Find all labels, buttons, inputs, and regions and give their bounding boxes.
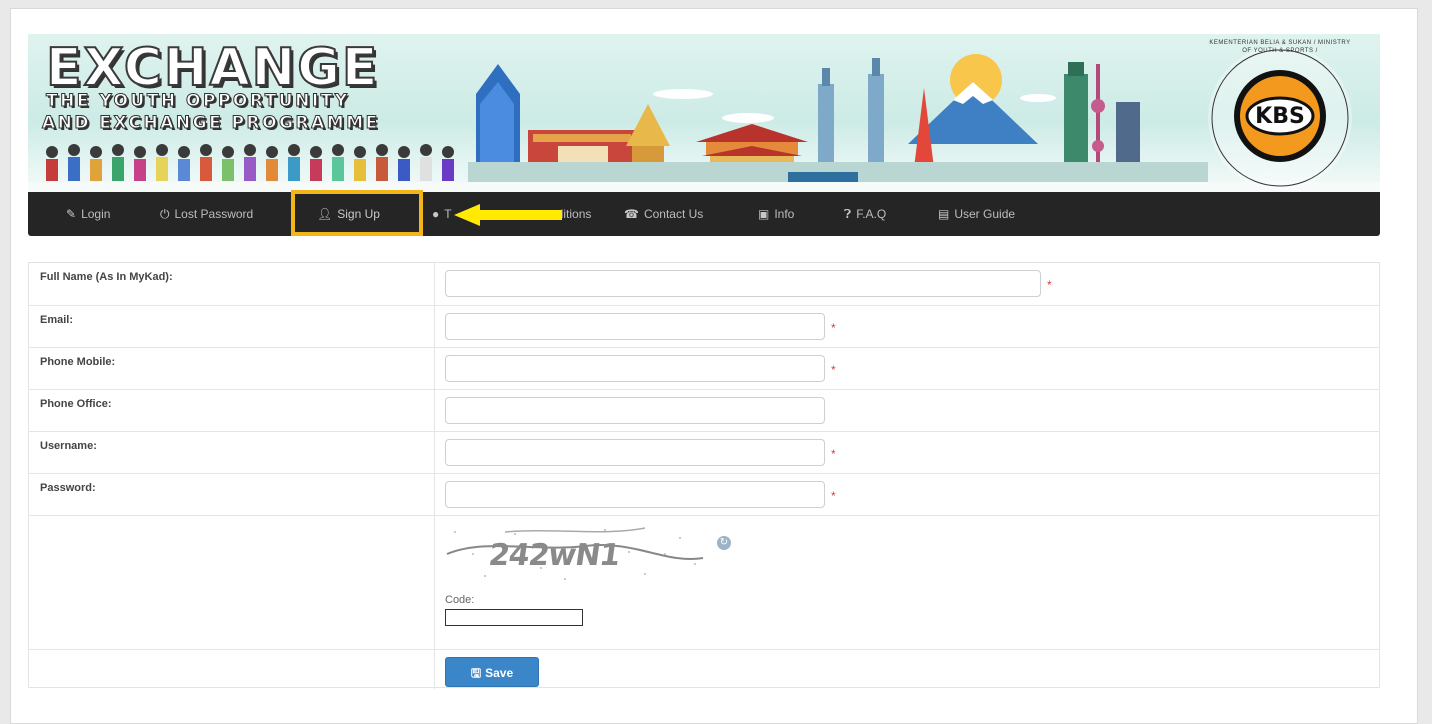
form-row-save: 🖫 Save <box>29 649 1379 689</box>
username-label: Username: <box>40 440 97 452</box>
form-row-username: Username: * <box>29 431 1379 473</box>
power-icon: ⏻ <box>160 207 170 221</box>
nav-login[interactable]: ✎ Login <box>66 192 110 236</box>
password-input[interactable] <box>445 481 825 508</box>
signup-form: Full Name (As In MyKad): * Email: * Phon… <box>28 262 1380 689</box>
form-row-captcha: 242wN1 ↻ Code: <box>29 515 1379 649</box>
floppy-disk-icon: 🖫 <box>470 666 482 680</box>
form-row-full-name: Full Name (As In MyKad): * <box>29 263 1379 305</box>
header-banner: EXCHANGE THE YOUTH OPPORTUNITY AND EXCHA… <box>28 34 1380 192</box>
email-label: Email: <box>40 314 74 326</box>
nav-lost-password-label: Lost Password <box>174 207 254 221</box>
kbs-logo-text: KBS <box>1255 104 1305 129</box>
eye-icon: ● <box>432 207 440 221</box>
nav-contact-us[interactable]: ☎ Contact Us <box>624 192 703 236</box>
column-divider <box>434 263 435 305</box>
full-name-input[interactable] <box>445 270 1041 297</box>
nav-faq[interactable]: ❓︎ F.A.Q <box>844 192 886 236</box>
book-icon: ▤ <box>938 207 950 221</box>
password-label: Password: <box>40 482 96 494</box>
yellow-arrow-icon <box>454 204 562 226</box>
kbs-logo: KBS <box>1252 104 1308 129</box>
required-marker: * <box>831 447 836 461</box>
column-divider <box>434 306 435 347</box>
phone-mobile-label: Phone Mobile: <box>40 356 116 368</box>
nav-lost-password[interactable]: ⏻ Lost Password <box>160 192 253 236</box>
save-button[interactable]: 🖫 Save <box>445 657 539 687</box>
captcha-image: 242wN1 <box>445 524 707 586</box>
form-row-email: Email: * <box>29 305 1379 347</box>
phone-icon: ☎ <box>624 207 639 221</box>
username-input[interactable] <box>445 439 825 466</box>
banner-subtitle-line1: THE YOUTH OPPORTUNITY <box>46 91 350 112</box>
banner-subtitle-line2: AND EXCHANGE PROGRAMME <box>42 113 380 134</box>
required-marker: * <box>831 363 836 377</box>
column-divider <box>434 650 435 689</box>
captcha-refresh-icon[interactable]: ↻ <box>717 536 731 550</box>
nav-login-label: Login <box>81 207 111 221</box>
required-marker: * <box>1047 278 1052 292</box>
question-icon: ❓︎ <box>844 207 852 221</box>
required-marker: * <box>831 489 836 503</box>
form-row-password: Password: * <box>29 473 1379 515</box>
nav-contact-us-label: Contact Us <box>643 207 704 221</box>
full-name-label: Full Name (As In MyKad): <box>40 271 173 283</box>
column-divider <box>434 432 435 473</box>
banner-title: EXCHANGE <box>45 37 380 99</box>
phone-mobile-input[interactable] <box>445 355 825 382</box>
sign-up-highlight-box <box>291 190 423 236</box>
column-divider <box>434 390 435 431</box>
form-row-phone-office: Phone Office: <box>29 389 1379 431</box>
nav-info[interactable]: ▣ Info <box>758 192 794 236</box>
captcha-code-input[interactable] <box>445 609 583 626</box>
nav-faq-label: F.A.Q <box>856 207 887 221</box>
info-card-icon: ▣ <box>758 207 770 221</box>
nav-user-guide-label: User Guide <box>954 207 1016 221</box>
nav-info-label: Info <box>774 207 795 221</box>
pencil-icon: ✎ <box>66 207 77 221</box>
required-marker: * <box>831 321 836 335</box>
nav-user-guide[interactable]: ▤ User Guide <box>938 192 1015 236</box>
main-nav: ✎ Login ⏻ Lost Password 👤︎ Sign Up ● T nditi… <box>28 190 1380 236</box>
captcha-code-label: Code: <box>445 594 475 606</box>
column-divider <box>434 348 435 389</box>
kbs-seal-text: KEMENTERIAN BELIA & SUKAN / MINISTRY OF … <box>1209 40 1351 54</box>
phone-office-label: Phone Office: <box>40 398 112 410</box>
nav-terms[interactable]: ● T <box>432 192 452 236</box>
column-divider <box>434 474 435 515</box>
captcha-text: 242wN1 <box>486 538 622 573</box>
save-button-label: Save <box>485 666 514 680</box>
form-row-phone-mobile: Phone Mobile: * <box>29 347 1379 389</box>
nav-terms-label: T <box>444 207 452 221</box>
phone-office-input[interactable] <box>445 397 825 424</box>
email-input[interactable] <box>445 313 825 340</box>
column-divider <box>434 516 435 649</box>
